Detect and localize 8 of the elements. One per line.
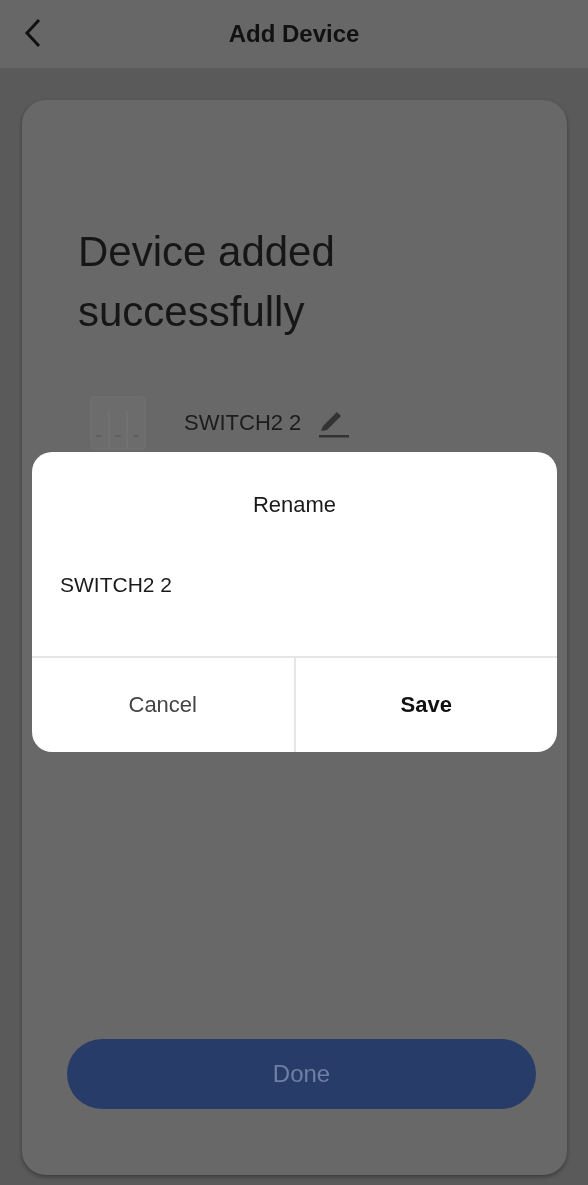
dialog-title: Rename (252, 492, 337, 518)
name-input[interactable]: SWITCH2 2 (60, 570, 529, 600)
success-heading: Device added successfully (78, 227, 336, 337)
save-button[interactable]: Save (293, 658, 557, 752)
page-title: Add Device (228, 20, 360, 48)
back-icon (24, 18, 42, 48)
cancel-button[interactable]: Cancel (32, 658, 294, 752)
device-name: SWITCH2 2 (184, 410, 302, 436)
